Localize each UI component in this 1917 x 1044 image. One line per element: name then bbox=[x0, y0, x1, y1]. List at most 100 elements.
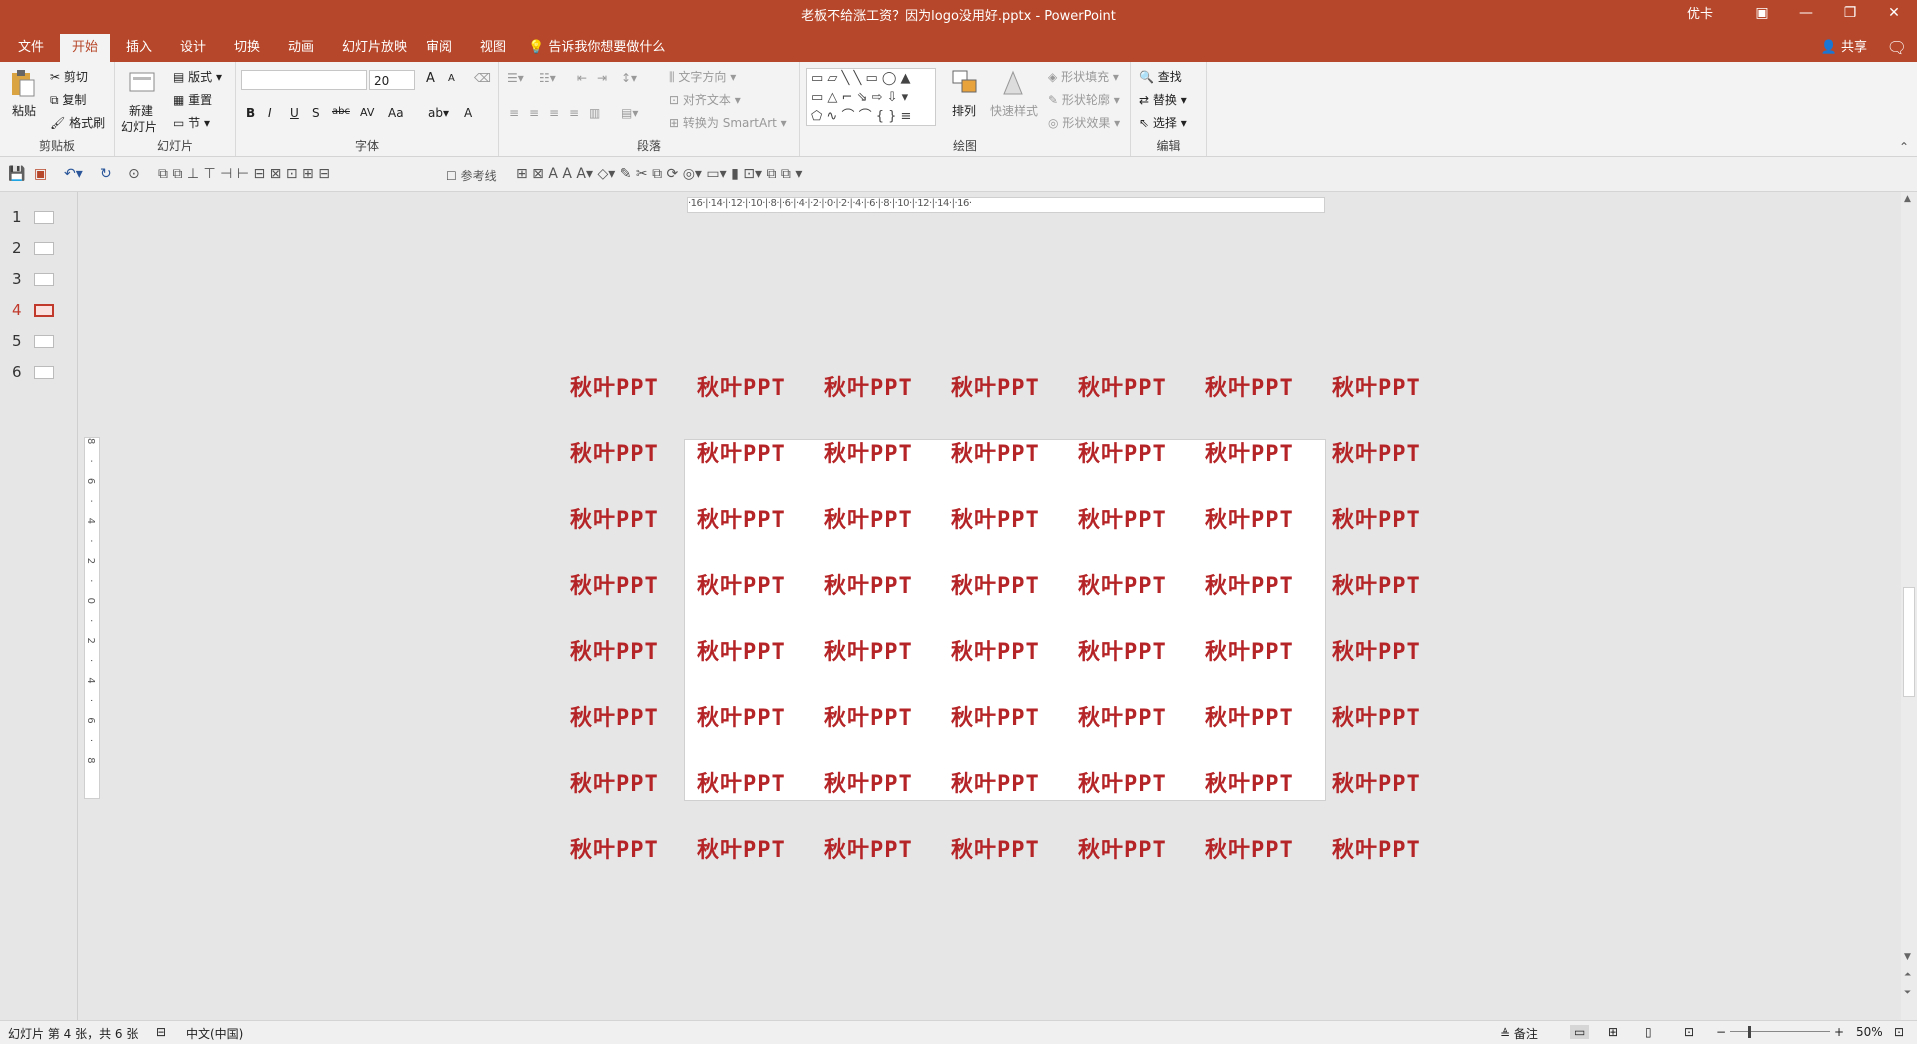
bullets-icon[interactable]: ☰▾ bbox=[507, 71, 524, 85]
notes-button[interactable]: ≜ 备注 bbox=[1500, 1025, 1538, 1042]
tab-review[interactable]: 审阅 bbox=[414, 34, 464, 62]
logo-text[interactable]: 秋叶PPT bbox=[1078, 568, 1183, 599]
logo-text[interactable]: 秋叶PPT bbox=[824, 832, 929, 863]
zoom-in-icon[interactable]: + bbox=[1834, 1025, 1844, 1039]
undo-icon[interactable]: ↶▾ bbox=[64, 166, 83, 182]
underline-button[interactable]: U bbox=[290, 106, 299, 120]
scroll-down-icon[interactable]: ▼ bbox=[1904, 952, 1911, 962]
guides-checkbox[interactable]: ☐ 参考线 bbox=[446, 167, 497, 184]
zoom-out-icon[interactable]: − bbox=[1716, 1025, 1726, 1039]
logo-text[interactable]: 秋叶PPT bbox=[1078, 502, 1183, 533]
logo-text[interactable]: 秋叶PPT bbox=[1205, 766, 1310, 797]
logo-text[interactable]: 秋叶PPT bbox=[697, 502, 802, 533]
thumbnail-slide-5[interactable]: 5 bbox=[10, 332, 70, 350]
select-button[interactable]: ⇖ 选择 ▾ bbox=[1139, 114, 1187, 131]
arrange-icon[interactable] bbox=[950, 68, 980, 98]
change-case-button[interactable]: Aa bbox=[388, 106, 404, 120]
logo-text[interactable]: 秋叶PPT bbox=[1078, 436, 1183, 467]
section-button[interactable]: ▭ 节 ▾ bbox=[173, 114, 210, 131]
distribute-icon[interactable]: ▥ bbox=[589, 106, 600, 120]
logo-text[interactable]: 秋叶PPT bbox=[824, 436, 929, 467]
account-name[interactable]: 优卡 bbox=[1687, 3, 1713, 22]
tab-insert[interactable]: 插入 bbox=[114, 34, 164, 62]
logo-text[interactable]: 秋叶PPT bbox=[570, 502, 675, 533]
logo-text[interactable]: 秋叶PPT bbox=[570, 832, 675, 863]
vertical-ruler[interactable]: 8 · 6 · 4 · 2 · 0 · 2 · 4 · 6 · 8 bbox=[84, 437, 100, 799]
logo-text[interactable]: 秋叶PPT bbox=[697, 766, 802, 797]
logo-text[interactable]: 秋叶PPT bbox=[570, 634, 675, 665]
zoom-slider[interactable] bbox=[1730, 1031, 1830, 1032]
logo-text[interactable]: 秋叶PPT bbox=[951, 700, 1056, 731]
tab-slideshow[interactable]: 幻灯片放映 bbox=[330, 34, 419, 62]
align-text-button[interactable]: ⊡ 对齐文本 ▾ bbox=[669, 91, 741, 108]
arrange-button[interactable]: 排列 bbox=[952, 102, 976, 119]
tab-design[interactable]: 设计 bbox=[168, 34, 218, 62]
ribbon-display-options-icon[interactable]: ▣ bbox=[1747, 5, 1777, 21]
more-tools-icon[interactable]: ⊞ ⊠ A A A▾ ◇▾ ✎ ✂ ⧉ ⟳ ◎▾ ▭▾ ▮ ⊡▾ ⧉ ⧉ ▾ bbox=[516, 166, 802, 182]
scroll-up-icon[interactable]: ▲ bbox=[1904, 194, 1911, 204]
thumbnail-slide-3[interactable]: 3 bbox=[10, 270, 70, 288]
new-slide-icon[interactable] bbox=[127, 68, 157, 98]
columns-icon[interactable]: ▤▾ bbox=[621, 106, 638, 120]
paste-icon[interactable] bbox=[8, 68, 38, 98]
shrink-font-button[interactable]: A bbox=[448, 73, 455, 84]
scrollbar-thumb[interactable] bbox=[1903, 587, 1915, 697]
logo-text[interactable]: 秋叶PPT bbox=[1332, 436, 1437, 467]
highlight-icon[interactable]: ab▾ bbox=[428, 106, 449, 120]
logo-text[interactable]: 秋叶PPT bbox=[951, 436, 1056, 467]
close-button[interactable]: ✕ bbox=[1879, 5, 1909, 21]
logo-text[interactable]: 秋叶PPT bbox=[697, 436, 802, 467]
logo-text[interactable]: 秋叶PPT bbox=[697, 700, 802, 731]
logo-text[interactable]: 秋叶PPT bbox=[1332, 502, 1437, 533]
logo-text[interactable]: 秋叶PPT bbox=[697, 568, 802, 599]
logo-text[interactable]: 秋叶PPT bbox=[1205, 634, 1310, 665]
logo-text[interactable]: 秋叶PPT bbox=[1332, 832, 1437, 863]
logo-text[interactable]: 秋叶PPT bbox=[1332, 700, 1437, 731]
logo-text[interactable]: 秋叶PPT bbox=[1078, 832, 1183, 863]
align-left-icon[interactable]: ≡ bbox=[509, 106, 519, 120]
redo-icon[interactable]: ↻ bbox=[100, 166, 112, 182]
paste-button[interactable]: 粘贴 bbox=[12, 102, 36, 119]
logo-text[interactable]: 秋叶PPT bbox=[1205, 370, 1310, 401]
logo-text[interactable]: 秋叶PPT bbox=[951, 634, 1056, 665]
logo-text[interactable]: 秋叶PPT bbox=[824, 766, 929, 797]
tell-me-search[interactable]: 💡 告诉我你想要做什么 bbox=[528, 34, 665, 62]
tab-home[interactable]: 开始 bbox=[60, 34, 111, 62]
fit-to-window-icon[interactable]: ⊡ bbox=[1894, 1025, 1904, 1039]
shapes-gallery[interactable]: ▭ ▱ ╲ ╲ ▭ ◯ ▲ ▭ △ ⌐ ⇘ ⇨ ⇩ ▾ ⬠ ∿ ⌒ ⌒ { } ≡ bbox=[806, 68, 936, 126]
logo-text[interactable]: 秋叶PPT bbox=[570, 568, 675, 599]
logo-text[interactable]: 秋叶PPT bbox=[697, 832, 802, 863]
collapse-ribbon-icon[interactable]: ⌃ bbox=[1899, 140, 1909, 154]
save-as-icon[interactable]: ▣ bbox=[34, 166, 47, 182]
logo-text[interactable]: 秋叶PPT bbox=[570, 436, 675, 467]
slide-counter[interactable]: 幻灯片 第 4 张，共 6 张 bbox=[8, 1025, 138, 1042]
logo-text[interactable]: 秋叶PPT bbox=[824, 502, 929, 533]
align-right-icon[interactable]: ≡ bbox=[549, 106, 559, 120]
italic-button[interactable]: I bbox=[268, 106, 272, 120]
zoom-level[interactable]: 50% bbox=[1856, 1025, 1883, 1039]
increase-indent-icon[interactable]: ⇥ bbox=[597, 71, 607, 85]
clear-format-icon[interactable]: ⌫ bbox=[474, 71, 491, 85]
thumbnail-slide-6[interactable]: 6 bbox=[10, 363, 70, 381]
logo-text[interactable]: 秋叶PPT bbox=[1332, 568, 1437, 599]
layout-button[interactable]: ▤ 版式 ▾ bbox=[173, 68, 222, 85]
previous-slide-icon[interactable]: ⏶ bbox=[1904, 970, 1911, 980]
align-tools-icon[interactable]: ⧉ ⧉ ⊥ ⊤ ⊣ ⊢ ⊟ ⊠ ⊡ ⊞ ⊟ bbox=[158, 166, 330, 182]
new-slide-label-1[interactable]: 新建 bbox=[129, 102, 153, 119]
logo-text[interactable]: 秋叶PPT bbox=[1205, 700, 1310, 731]
logo-text[interactable]: 秋叶PPT bbox=[824, 634, 929, 665]
cut-button[interactable]: ✂ 剪切 bbox=[50, 68, 88, 85]
decrease-indent-icon[interactable]: ⇤ bbox=[577, 71, 587, 85]
comment-icon[interactable]: 🗨 bbox=[1887, 38, 1907, 57]
tab-file[interactable]: 文件 bbox=[6, 34, 56, 62]
logo-text[interactable]: 秋叶PPT bbox=[951, 370, 1056, 401]
logo-text[interactable]: 秋叶PPT bbox=[570, 370, 675, 401]
smartart-button[interactable]: ⊞ 转换为 SmartArt ▾ bbox=[669, 114, 787, 131]
logo-text[interactable]: 秋叶PPT bbox=[1078, 370, 1183, 401]
align-center-icon[interactable]: ≡ bbox=[529, 106, 539, 120]
logo-text[interactable]: 秋叶PPT bbox=[570, 766, 675, 797]
font-name-input[interactable] bbox=[241, 70, 367, 90]
logo-text[interactable]: 秋叶PPT bbox=[1205, 502, 1310, 533]
thumbnail-slide-4[interactable]: 4 bbox=[10, 301, 70, 319]
quick-styles-icon[interactable] bbox=[998, 68, 1028, 98]
